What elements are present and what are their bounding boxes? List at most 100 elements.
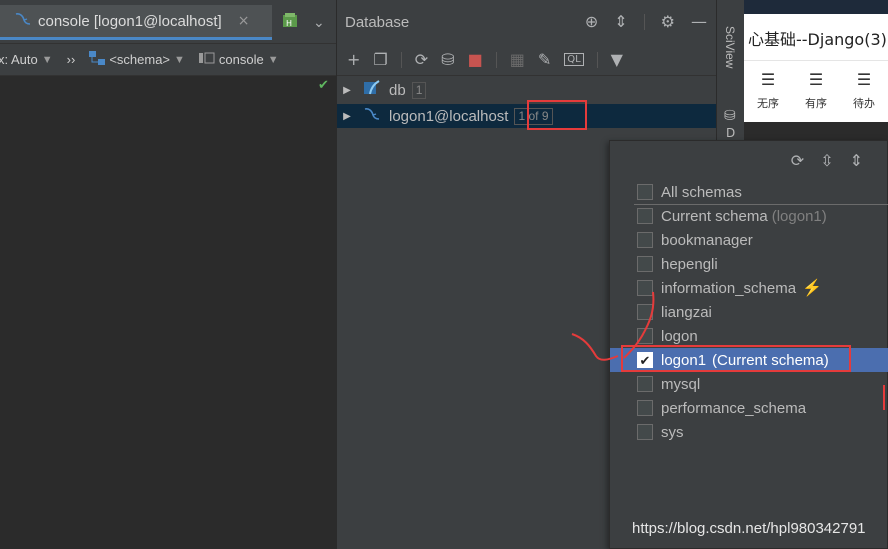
browser-window: 心基础--Django(3) ☰ 无序 ☰ 有序 ☰ 待办 — [744, 0, 888, 122]
schema-select[interactable]: <schema> ▼ — [89, 51, 185, 68]
mysql-dolphin-icon — [14, 11, 32, 31]
schema-label: <schema> — [109, 52, 171, 67]
database-tool-icon[interactable]: ⛁ — [724, 108, 736, 124]
tool-label: 有序 — [805, 97, 827, 110]
option-label: Current schema — [661, 207, 768, 225]
option-label: mysql — [661, 375, 701, 393]
tree-item-db[interactable]: ▶ db 1 — [337, 78, 717, 102]
checkbox[interactable] — [637, 328, 653, 344]
option-label: bookmanager — [661, 231, 753, 249]
console-icon — [198, 52, 215, 67]
todo-icon: ☰ — [856, 70, 872, 89]
sql-console-icon[interactable]: QL — [564, 53, 584, 66]
tree-item-label: db — [389, 81, 406, 99]
watermark: https://blog.csdn.net/hpl980342791 — [632, 520, 866, 537]
editor-toolbar: x: Auto ▼ ›› <schema> ▼ console ▼ — [0, 44, 336, 76]
expand-arrow-icon[interactable]: ▶ — [337, 111, 357, 122]
schema-option-bookmanager[interactable]: bookmanager — [610, 228, 888, 252]
console-select[interactable]: console ▼ — [198, 52, 279, 67]
target-icon[interactable]: ⊕ — [585, 12, 598, 31]
database-toolbar: + ❐ ⟳ ⛁ ■ ▦ ✎ QL ▼ — [337, 44, 717, 76]
refresh-icon[interactable]: ⟳ — [415, 50, 428, 69]
checkbox[interactable] — [637, 304, 653, 320]
sqlite-icon — [363, 80, 381, 100]
edit-icon[interactable]: ✎ — [538, 50, 551, 69]
schema-option-mysql[interactable]: mysql — [610, 372, 888, 396]
annotation-box — [621, 345, 851, 372]
editor-format-tools: ☰ 无序 ☰ 有序 ☰ 待办 — [744, 70, 888, 111]
expand-arrow-icon[interactable]: ▶ — [337, 85, 357, 96]
checkbox[interactable] — [637, 424, 653, 440]
schema-icon — [89, 51, 106, 68]
tool-label: 无序 — [757, 97, 779, 110]
tree-item-count: 1 — [411, 81, 427, 99]
schema-option-sys[interactable]: sys — [610, 420, 888, 444]
refresh-icon[interactable]: ⟳ — [791, 151, 804, 170]
option-label: performance_schema — [661, 399, 807, 417]
tx-mode-label: x: Auto — [0, 52, 38, 67]
checkbox[interactable] — [637, 376, 653, 392]
copy-icon[interactable]: ❐ — [373, 50, 387, 69]
option-label: All schemas — [661, 183, 742, 201]
list-icon: ☰ — [760, 70, 776, 89]
console-tab-title: console [logon1@localhost] — [38, 12, 222, 30]
tool-label: 待办 — [853, 97, 875, 110]
console-label: console — [218, 52, 264, 67]
console-tab[interactable]: console [logon1@localhost] × — [0, 5, 272, 40]
query-editor[interactable] — [0, 76, 336, 549]
panel-title: Database — [345, 13, 410, 31]
option-label: liangzai — [661, 303, 712, 321]
more-icon: ›› — [66, 52, 76, 67]
unordered-list-button[interactable]: ☰ 无序 — [757, 70, 779, 111]
gear-icon[interactable]: ⚙ — [661, 12, 675, 31]
chevron-down-icon: ▼ — [41, 53, 53, 66]
option-label: hepengli — [661, 255, 718, 273]
checkbox[interactable] — [637, 232, 653, 248]
checkmark-icon: ✔ — [318, 78, 329, 93]
editor-tabbar: console [logon1@localhost] × H ⌄ — [0, 0, 336, 44]
minimize-icon[interactable]: — — [691, 12, 707, 31]
table-icon[interactable]: ▦ — [510, 50, 525, 69]
collapse-all-icon[interactable]: ⇕ — [850, 151, 863, 170]
stop-icon[interactable]: ■ — [468, 50, 483, 69]
schema-option-current[interactable]: Current schema (logon1) — [610, 204, 888, 228]
sciview-tab[interactable]: SciView — [723, 26, 737, 68]
schema-option-all[interactable]: All schemas — [610, 180, 888, 204]
browser-top-bar — [744, 0, 888, 14]
schema-tools-icon[interactable]: ⛁ — [441, 50, 454, 69]
editor-pane: console [logon1@localhost] × H ⌄ x: Auto… — [0, 0, 336, 549]
expand-all-icon[interactable]: ⇳ — [820, 151, 833, 170]
collapse-icon[interactable]: ⇕ — [614, 12, 627, 31]
lightning-icon: ⚡ — [802, 280, 822, 297]
option-label: information_schema — [661, 279, 797, 297]
option-note: (logon1) — [771, 207, 827, 225]
database-h2-icon[interactable]: H — [281, 12, 303, 34]
schema-option-hepengli[interactable]: hepengli — [610, 252, 888, 276]
chevron-down-icon: ▼ — [267, 53, 279, 66]
annotation-box — [527, 100, 587, 130]
chevron-down-icon[interactable]: ⌄ — [313, 15, 325, 31]
checkbox[interactable] — [637, 280, 653, 296]
svg-text:H: H — [286, 19, 292, 28]
todo-list-button[interactable]: ☰ 待办 — [853, 70, 875, 111]
checkbox[interactable] — [637, 208, 653, 224]
option-label: sys — [661, 423, 684, 441]
database-header: Database ⊕ ⇕ ⚙ — — [337, 0, 717, 44]
tree-item-label: logon1@localhost — [389, 107, 509, 125]
filter-icon[interactable]: ▼ — [611, 50, 623, 69]
schema-option-information-schema[interactable]: information_schema ⚡ — [610, 276, 888, 300]
tx-mode-select[interactable]: x: Auto ▼ — [0, 52, 53, 67]
checkbox[interactable] — [637, 184, 653, 200]
article-title: 心基础--Django(3) — [748, 30, 887, 49]
chevron-down-icon: ▼ — [174, 53, 185, 66]
ordered-list-button[interactable]: ☰ 有序 — [805, 70, 827, 111]
add-icon[interactable]: + — [347, 50, 360, 69]
schema-option-performance-schema[interactable]: performance_schema — [610, 396, 888, 420]
checkbox[interactable] — [637, 256, 653, 272]
close-icon[interactable]: × — [238, 13, 250, 29]
database-tool-label[interactable]: D — [726, 126, 735, 140]
more-button[interactable]: ›› — [67, 52, 76, 67]
checkbox[interactable] — [637, 400, 653, 416]
mysql-dolphin-icon — [363, 106, 381, 126]
schema-option-liangzai[interactable]: liangzai — [610, 300, 888, 324]
